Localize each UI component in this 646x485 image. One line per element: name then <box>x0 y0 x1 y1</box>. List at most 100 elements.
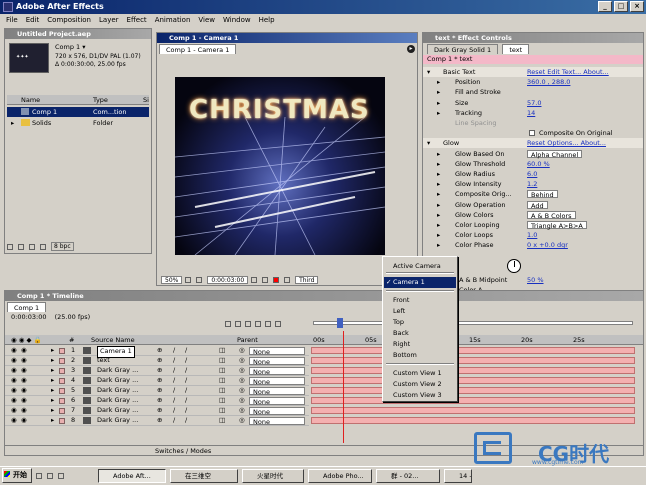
effect-param-value[interactable]: 360.0 , 288.0 <box>527 77 570 87</box>
label-color-swatch[interactable] <box>59 358 65 364</box>
effect-row[interactable]: ▾ Basic Text Reset Edit Text... About... <box>423 67 643 77</box>
taskbar-button[interactable]: Adobe Pho... <box>308 469 372 483</box>
taskbar-button[interactable]: 群 - 02... <box>376 469 440 483</box>
expand-arrow-icon[interactable]: ▸ <box>11 118 14 128</box>
menu-animation[interactable]: Animation <box>155 14 191 26</box>
motion-blur-icon[interactable] <box>265 321 271 327</box>
layer-source-name[interactable]: Dark Gray ... <box>97 396 138 406</box>
layer-source-name[interactable]: text <box>97 356 110 366</box>
grid-icon[interactable] <box>196 277 203 283</box>
expand-arrow-icon[interactable]: ▸ <box>51 346 54 356</box>
eye-icon[interactable]: ◉ <box>11 376 17 386</box>
audio-icon[interactable]: ◉ <box>21 366 27 376</box>
effect-param-value[interactable]: 6.0 <box>527 169 537 179</box>
project-item-solids[interactable]: ▸ Solids Folder <box>7 118 149 128</box>
quality-switch-icon[interactable]: / <box>173 396 175 406</box>
effect-param-value[interactable]: Alpha Channel <box>527 149 583 159</box>
quality-switch-icon[interactable]: / <box>173 356 175 366</box>
eye-icon[interactable]: ◉ <box>11 396 17 406</box>
panel-menu-icon[interactable]: ▸ <box>407 45 415 53</box>
layer-source-name[interactable]: Dark Gray ... <box>97 406 138 416</box>
collapse-switch-icon[interactable]: ⊕ <box>157 376 162 386</box>
effect-param-value[interactable]: Add <box>527 200 548 210</box>
effect-row[interactable]: ▸ Glow Based On Alpha Channel <box>423 149 643 159</box>
twirl-arrow-icon[interactable]: ▸ <box>437 149 440 159</box>
timecode-display[interactable]: 0:00:03:00 <box>207 276 249 284</box>
expand-arrow-icon[interactable]: ▸ <box>51 386 54 396</box>
eye-icon[interactable]: ◉ <box>11 366 17 376</box>
effect-row[interactable]: ▸ Tracking 14 <box>423 108 643 118</box>
3d-layer-icon[interactable]: ◫ <box>219 396 225 406</box>
layer-duration-bar[interactable] <box>311 417 635 424</box>
tab-text[interactable]: text <box>502 44 530 54</box>
menu-item-custom-view-3[interactable]: Custom View 3 <box>393 390 442 401</box>
effect-row[interactable]: Composite On Original <box>423 128 643 138</box>
label-color-swatch[interactable] <box>59 388 65 394</box>
parent-dropdown[interactable]: None <box>249 397 305 406</box>
layer-duration-bar[interactable] <box>311 377 635 384</box>
3d-layer-icon[interactable]: ◫ <box>219 376 225 386</box>
twirl-arrow-icon[interactable]: ▸ <box>437 159 440 169</box>
collapse-switch-icon[interactable]: ⊕ <box>157 356 162 366</box>
twirl-arrow-icon[interactable]: ▸ <box>437 210 440 220</box>
menu-item-top[interactable]: Top <box>393 317 404 328</box>
audio-icon[interactable]: ◉ <box>21 406 27 416</box>
draft-3d-icon[interactable] <box>235 321 241 327</box>
effect-param-value[interactable]: 1.0 <box>527 230 537 240</box>
twirl-arrow-icon[interactable]: ▸ <box>437 108 440 118</box>
effect-row[interactable]: ▸ Fill and Stroke <box>423 87 643 97</box>
fx-switch-icon[interactable]: / <box>185 376 187 386</box>
shy-icon[interactable] <box>245 321 251 327</box>
twirl-arrow-icon[interactable]: ▸ <box>437 87 440 97</box>
interpret-footage-icon[interactable] <box>7 243 13 250</box>
menu-item-bottom[interactable]: Bottom <box>393 350 417 361</box>
effect-param-value[interactable]: 57.0 <box>527 98 541 108</box>
label-color-swatch[interactable] <box>59 368 65 374</box>
audio-icon[interactable]: ◉ <box>21 386 27 396</box>
timeline-layer-row[interactable]: ◉ ◉ ▸ 7 Dark Gray ... ⊕ / / ◫ ◎ None <box>5 406 309 416</box>
menu-item-camera-1[interactable]: Camera 1 ✓ <box>384 277 456 288</box>
collapse-switch-icon[interactable]: ⊕ <box>157 396 162 406</box>
quality-switch-icon[interactable]: / <box>173 406 175 416</box>
effect-row[interactable]: Line Spacing <box>423 118 643 128</box>
quality-switch-icon[interactable]: / <box>173 416 175 426</box>
layer-source-name[interactable]: Dark Gray ... <box>97 366 138 376</box>
3d-layer-icon[interactable]: ◫ <box>219 386 225 396</box>
timeline-layer-row[interactable]: ◉ ◉ ▸ 2 text ⊕ / / ◫ ◎ None <box>5 356 309 366</box>
fx-switch-icon[interactable]: / <box>185 366 187 376</box>
comp-marker-icon[interactable] <box>225 321 231 327</box>
parent-pickwhip-icon[interactable]: ◎ <box>239 376 245 386</box>
time-navigator-handle[interactable] <box>337 318 343 328</box>
audio-icon[interactable]: ◉ <box>21 376 27 386</box>
timeline-layer-row[interactable]: ◉ ◉ ▸ 5 Dark Gray ... ⊕ / / ◫ ◎ None <box>5 386 309 396</box>
effect-param-value[interactable]: Reset Options... About... <box>527 138 606 148</box>
fx-switch-icon[interactable]: / <box>185 396 187 406</box>
bpc-button[interactable]: 8 bpc <box>51 242 74 251</box>
menu-effect[interactable]: Effect <box>127 14 147 26</box>
effect-row[interactable]: ▸ Glow Threshold 60.0 % <box>423 159 643 169</box>
parent-dropdown[interactable]: None <box>249 367 305 376</box>
twirl-arrow-icon[interactable]: ▸ <box>437 200 440 210</box>
timeline-layer-row[interactable]: ◉ ◉ ▸ 8 Dark Gray ... ⊕ / / ◫ ◎ None <box>5 416 309 426</box>
3d-layer-icon[interactable]: ◫ <box>219 346 225 356</box>
col-type[interactable]: Type <box>93 95 108 105</box>
show-desktop-icon[interactable] <box>36 473 42 479</box>
close-button[interactable]: × <box>630 1 644 12</box>
menu-item-right[interactable]: Right <box>393 339 410 350</box>
time-ruler[interactable]: 00s05s10s15s20s25s <box>311 335 641 345</box>
expand-arrow-icon[interactable]: ▸ <box>51 416 54 426</box>
3d-layer-icon[interactable]: ◫ <box>219 356 225 366</box>
eye-icon[interactable]: ◉ <box>11 356 17 366</box>
trash-icon[interactable] <box>40 243 46 250</box>
parent-dropdown[interactable]: None <box>249 347 305 356</box>
3d-layer-icon[interactable]: ◫ <box>219 406 225 416</box>
col-size[interactable]: Si <box>143 95 149 105</box>
timeline-layer-row[interactable]: ◉ ◉ ▸ 3 Dark Gray ... ⊕ / / ◫ ◎ None <box>5 366 309 376</box>
quality-switch-icon[interactable]: / <box>173 346 175 356</box>
effect-param-value[interactable]: Composite On Original <box>539 128 613 138</box>
col-source-name[interactable]: Source Name <box>91 335 135 345</box>
twirl-arrow-icon[interactable]: ▾ <box>427 67 430 77</box>
fx-switch-icon[interactable]: / <box>185 356 187 366</box>
comp-name-dropdown[interactable]: Comp 1 ▾ <box>55 43 86 51</box>
effect-row[interactable]: ▸ Glow Operation Add <box>423 200 643 210</box>
